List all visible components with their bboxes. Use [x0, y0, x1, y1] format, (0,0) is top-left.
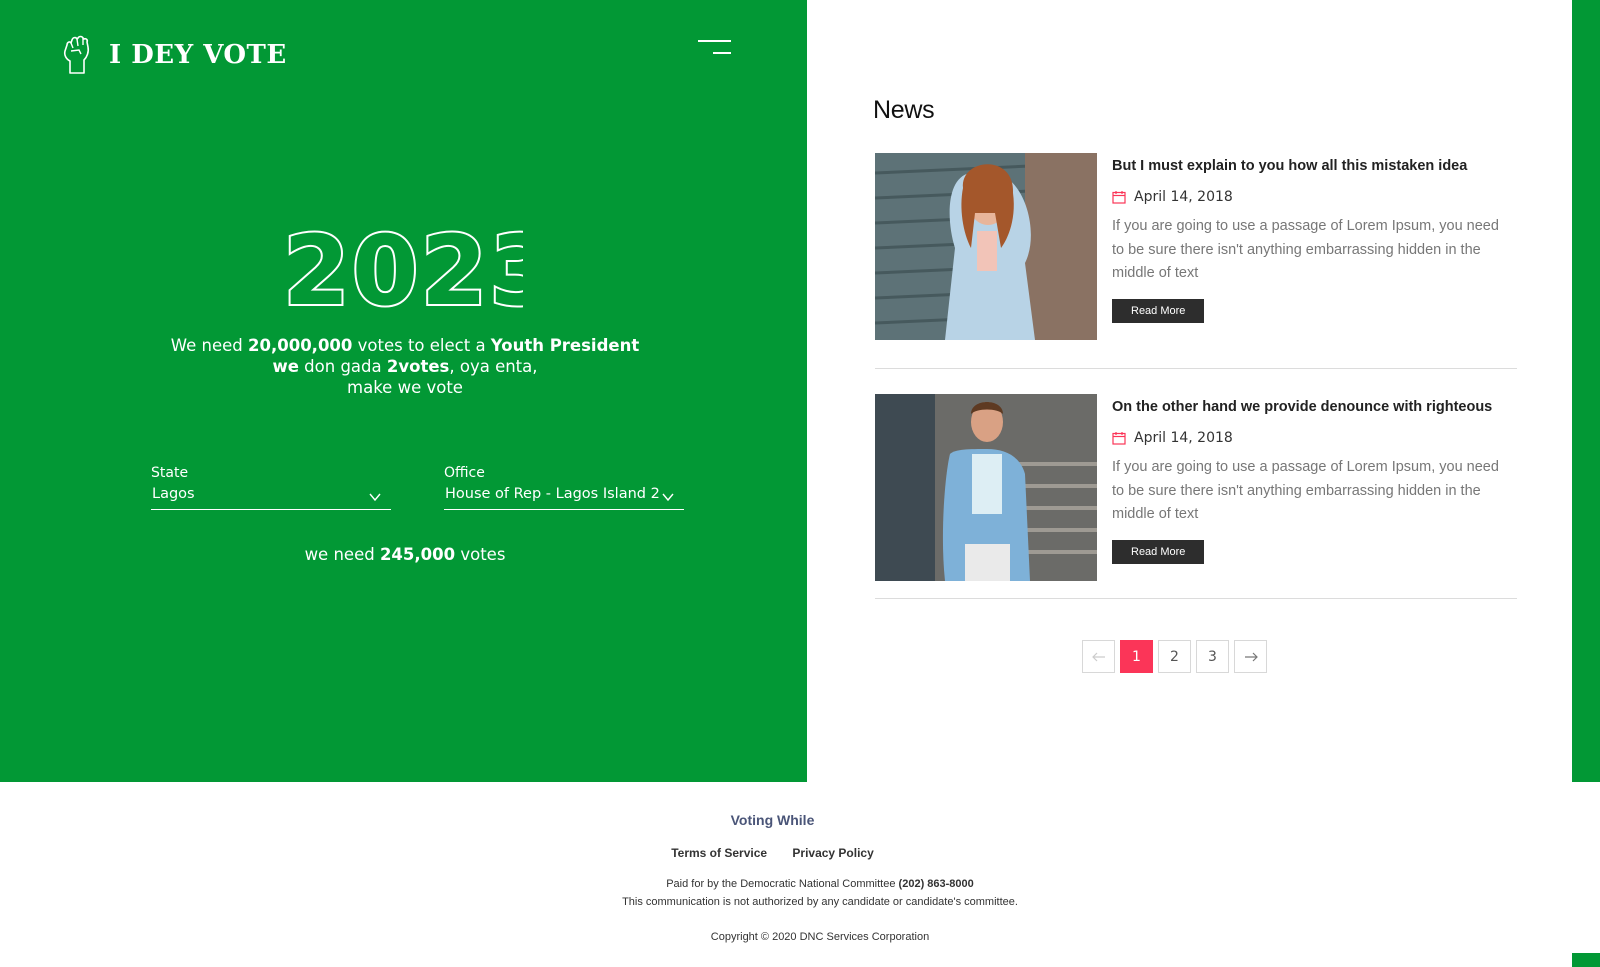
page-button-2[interactable]: 2 — [1158, 640, 1191, 673]
paid-for-text: Paid for by the Democratic National Comm… — [666, 878, 899, 890]
terms-link[interactable]: Terms of Service — [671, 846, 767, 860]
green-edge-strip — [1572, 0, 1600, 782]
calendar-icon — [1112, 191, 1126, 204]
footer-links: Terms of Service Privacy Policy — [0, 846, 1545, 860]
copyright: Copyright © 2020 DNC Services Corporatio… — [710, 931, 930, 943]
news-date-text: April 14, 2018 — [1134, 189, 1233, 205]
votes-needed-text: we need — [304, 545, 380, 564]
page-button-1[interactable]: 1 — [1120, 640, 1153, 673]
votes-needed-count: 245,000 — [379, 545, 456, 564]
tagline-text: , oya enta, — [449, 357, 538, 376]
hero-tagline: We need 20,000,000 votes to elect a Yout… — [150, 335, 660, 398]
office-value: House of Rep - Lagos Island 2 — [445, 486, 660, 502]
prev-page-button[interactable] — [1082, 640, 1115, 673]
tagline-text: votes to elect a — [352, 336, 491, 355]
privacy-link[interactable]: Privacy Policy — [792, 846, 873, 860]
news-excerpt: If you are going to use a passage of Lor… — [1112, 218, 1499, 281]
state-value: Lagos — [152, 486, 195, 502]
state-label: State — [151, 465, 189, 481]
news-image[interactable] — [875, 153, 1097, 340]
tagline-text: We need — [170, 336, 248, 355]
phone-number: (202) 863-8000 — [898, 878, 974, 890]
calendar-icon — [1112, 432, 1126, 445]
footer-title: Voting While — [730, 812, 815, 828]
news-headline[interactable]: But I must explain to you how all this m… — [1112, 157, 1512, 175]
tagline-text: we — [272, 357, 299, 376]
chevron-down-icon — [369, 493, 381, 502]
tagline-target: Youth President — [490, 336, 640, 355]
hero-panel: I DEY VOTE 2023 We need 20,000,000 votes… — [0, 0, 807, 782]
votes-needed: we need 245,000 votes — [150, 545, 660, 564]
news-date-text: April 14, 2018 — [1134, 430, 1233, 446]
year-graphic: 2023 — [283, 224, 523, 314]
year-text: 2023 — [283, 224, 523, 314]
office-field: Office House of Rep - Lagos Island 2 — [444, 464, 684, 510]
pagination: 1 2 3 — [1082, 640, 1272, 673]
read-more-button[interactable]: Read More — [1112, 298, 1205, 323]
votes-gathered: 2votes — [386, 357, 450, 376]
state-select[interactable]: Lagos — [151, 486, 391, 510]
hamburger-menu-icon[interactable] — [698, 38, 732, 58]
news-image[interactable] — [875, 394, 1097, 581]
arrow-left-icon — [1091, 652, 1105, 661]
votes-needed-text: votes — [455, 545, 506, 564]
state-field: State Lagos — [151, 464, 391, 510]
office-label: Office — [444, 465, 485, 481]
brand-name: I DEY VOTE — [109, 40, 287, 70]
paid-for-notice: Paid for by the Democratic National Comm… — [0, 878, 1600, 890]
corner-block — [1572, 953, 1600, 967]
chevron-down-icon — [662, 493, 674, 502]
raised-fist-icon — [63, 35, 90, 74]
tagline-text: make we vote — [347, 378, 463, 397]
news-item: But I must explain to you how all this m… — [875, 153, 1517, 369]
news-excerpt: If you are going to use a passage of Lor… — [1112, 459, 1499, 522]
news-date: April 14, 2018 — [1112, 189, 1512, 205]
news-item: On the other hand we provide denounce wi… — [875, 394, 1517, 599]
news-headline[interactable]: On the other hand we provide denounce wi… — [1112, 398, 1512, 416]
news-date: April 14, 2018 — [1112, 430, 1512, 446]
votes-target-count: 20,000,000 — [248, 336, 353, 355]
news-heading: News — [873, 96, 935, 124]
tagline-text: don gada — [298, 357, 387, 376]
logo[interactable]: I DEY VOTE — [61, 35, 287, 75]
read-more-button[interactable]: Read More — [1112, 539, 1205, 564]
authorization-notice: This communication is not authorized by … — [622, 896, 1018, 908]
page-button-3[interactable]: 3 — [1196, 640, 1229, 673]
footer: Voting While Terms of Service Privacy Po… — [0, 782, 1572, 967]
arrow-right-icon — [1244, 652, 1258, 661]
office-select[interactable]: House of Rep - Lagos Island 2 — [444, 486, 684, 510]
next-page-button[interactable] — [1234, 640, 1267, 673]
